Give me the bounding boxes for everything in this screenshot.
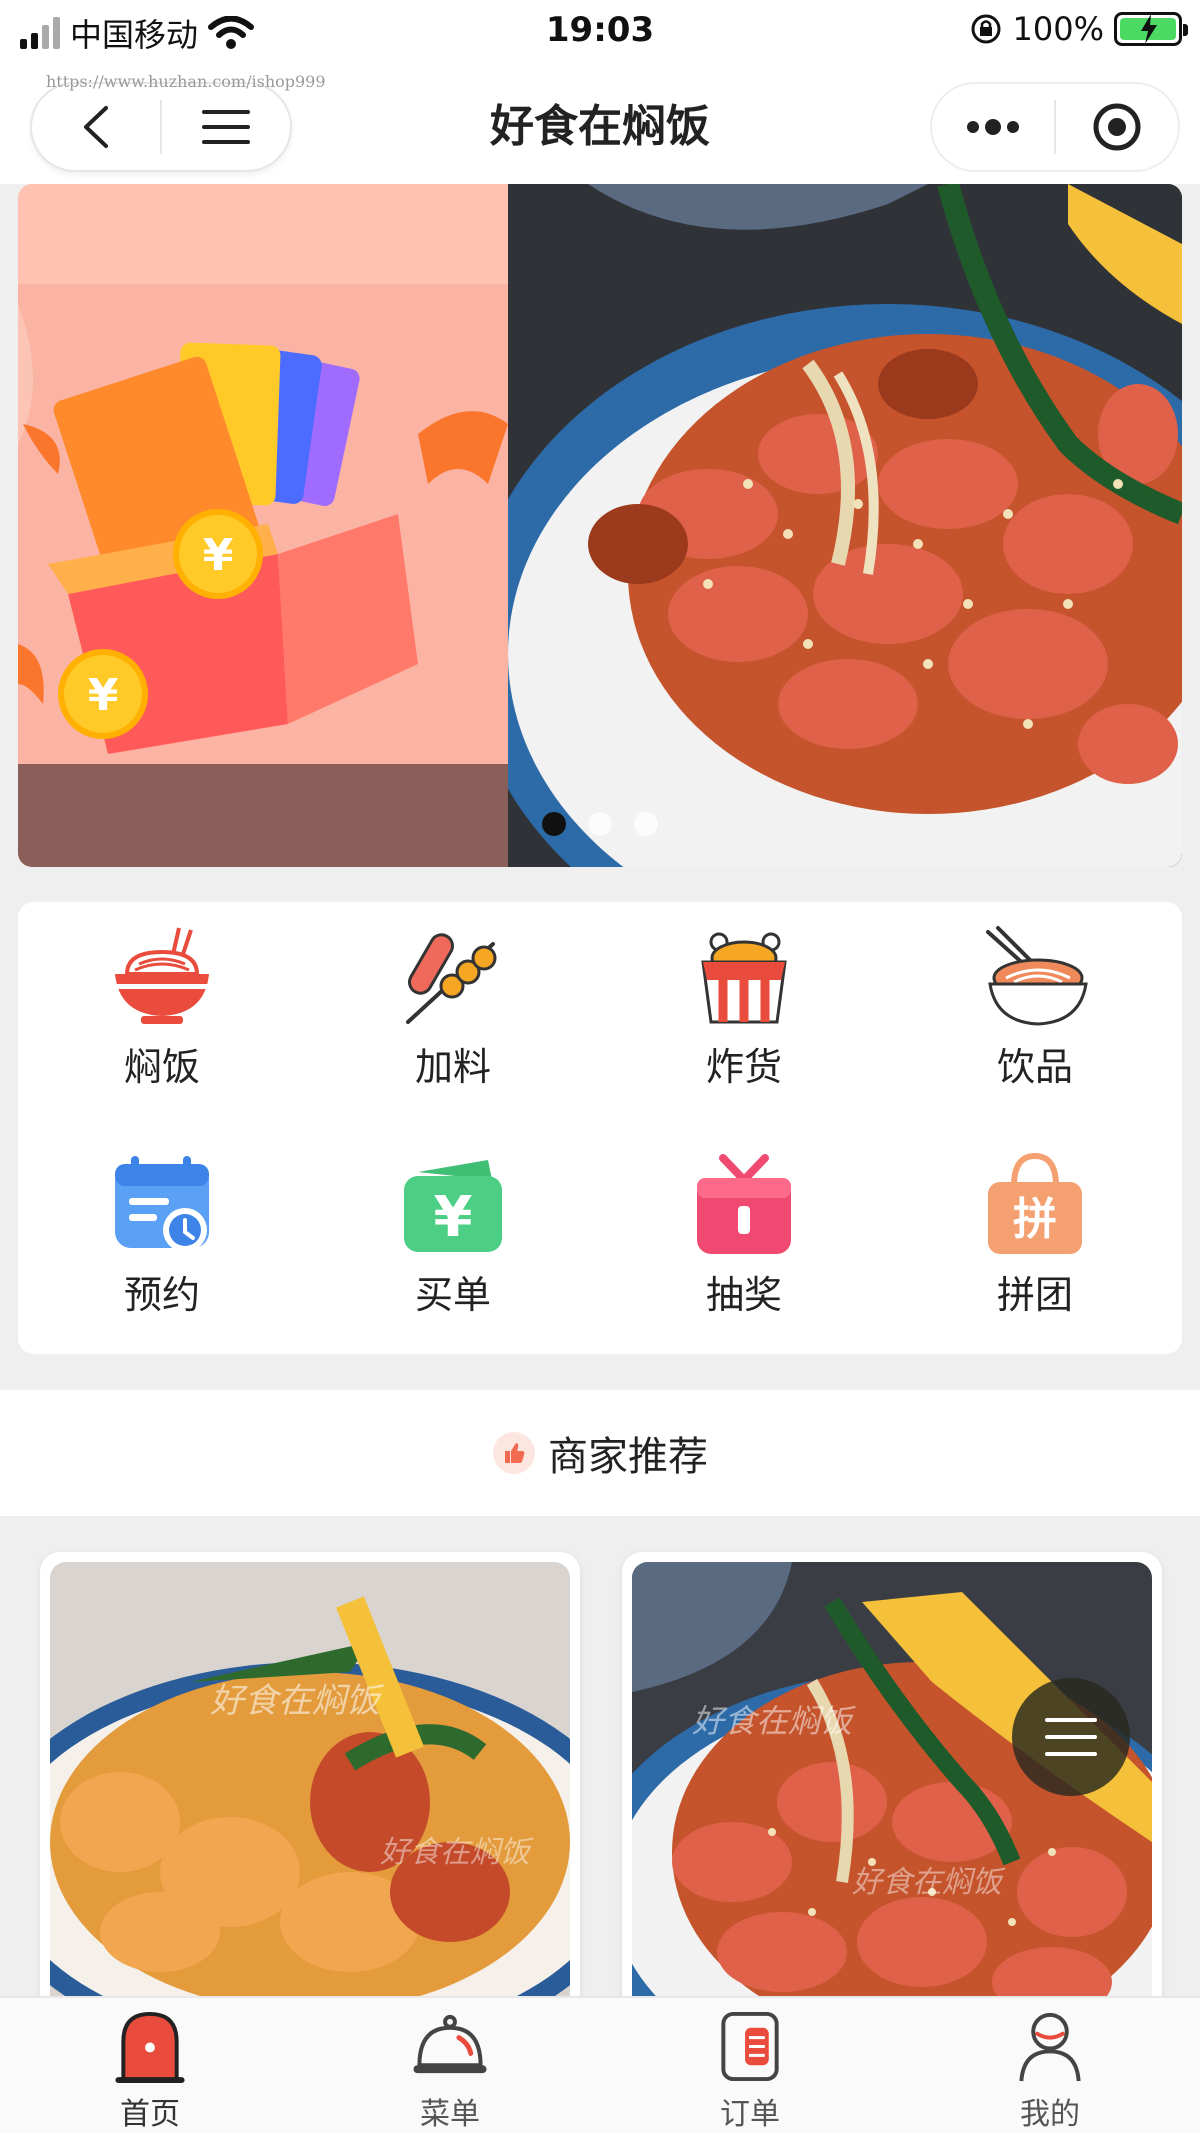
- tab-orders[interactable]: 订单: [600, 1998, 900, 2133]
- category-item-fried[interactable]: 炸货: [644, 922, 844, 1091]
- thumbs-up-icon: [493, 1432, 535, 1474]
- category-item-group-buy[interactable]: 拼 拼团: [935, 1150, 1135, 1319]
- svg-text:¥: ¥: [203, 530, 234, 581]
- tab-bar: 首页 菜单 订单 我的: [0, 1996, 1200, 2133]
- recommend-section-header: 商家推荐: [0, 1390, 1200, 1516]
- category-item-reserve[interactable]: 预约: [62, 1150, 262, 1319]
- url-watermark: https://www.huzhan.com/ishop999: [46, 72, 326, 91]
- tab-profile[interactable]: 我的: [900, 1998, 1200, 2133]
- order-list-icon: [721, 2011, 779, 2082]
- tab-label: 菜单: [420, 2097, 480, 2132]
- person-icon: [1019, 2012, 1081, 2082]
- status-bar: 中国移动 19:03 100%: [0, 0, 1200, 62]
- category-grid: 焖饭 加料 炸货 饮品 预约 ¥ 买单 抽奖 拼 拼团: [18, 902, 1182, 1354]
- skewer-icon: [406, 933, 497, 1024]
- category-item-lottery[interactable]: 抽奖: [644, 1150, 844, 1319]
- tab-home[interactable]: 首页: [0, 1998, 300, 2133]
- category-label: 拼团: [996, 1273, 1073, 1317]
- cloche-icon: [413, 2014, 487, 2074]
- category-item-braised-rice[interactable]: 焖饭: [62, 922, 262, 1091]
- battery-icon: [1114, 12, 1188, 46]
- tab-label: 我的: [1020, 2097, 1080, 2132]
- category-label: 抽奖: [705, 1273, 782, 1317]
- category-item-drinks[interactable]: 饮品: [935, 922, 1135, 1091]
- banner-coupon-slide[interactable]: ¥ ¥: [18, 184, 508, 867]
- category-label: 预约: [123, 1273, 200, 1317]
- svg-text:¥: ¥: [88, 670, 119, 721]
- nav-bar: https://www.huzhan.com/ishop999 好食在焖饭: [0, 62, 1200, 184]
- rotation-lock-icon: [971, 14, 1001, 44]
- category-item-toppings[interactable]: 加料: [353, 922, 553, 1091]
- tab-label: 订单: [720, 2097, 780, 2132]
- svg-text:¥: ¥: [434, 1185, 473, 1250]
- svg-text:拼: 拼: [1013, 1194, 1057, 1245]
- category-label: 焖饭: [123, 1045, 200, 1089]
- photo-watermark: 好食在焖饭: [210, 1681, 385, 1721]
- more-dots-icon: [967, 119, 1019, 135]
- gift-icon: [697, 1154, 791, 1254]
- photo-watermark: 好食在焖饭: [852, 1865, 1006, 1900]
- photo-watermark: 好食在焖饭: [380, 1835, 534, 1870]
- category-label: 炸货: [705, 1045, 782, 1089]
- rice-bowl-icon: [115, 927, 209, 1024]
- tab-label: 首页: [120, 2097, 180, 2132]
- product-image[interactable]: 好食在焖饭 好食在焖饭: [50, 1562, 570, 2012]
- category-label: 饮品: [996, 1045, 1073, 1089]
- noodle-bowl-icon: [986, 926, 1088, 1026]
- group-buy-bag-icon: 拼: [988, 1152, 1082, 1254]
- battery-percent: 100%: [1012, 10, 1104, 48]
- carousel-indicators: [542, 812, 658, 836]
- nav-capsule-right: [930, 82, 1180, 172]
- yuan-wallet-icon: ¥: [404, 1160, 502, 1252]
- close-miniapp-button[interactable]: [1056, 84, 1178, 170]
- carousel-dot[interactable]: [542, 812, 566, 836]
- tab-menu[interactable]: 菜单: [300, 1998, 600, 2133]
- red-envelope-illustration: ¥ ¥: [18, 304, 508, 754]
- status-right: 100%: [969, 10, 1188, 48]
- photo-watermark: 好食在焖饭: [692, 1702, 856, 1740]
- home-icon: [115, 2011, 185, 2084]
- fried-chicken-icon: [701, 932, 787, 1024]
- product-card[interactable]: 好食在焖饭 好食在焖饭: [40, 1552, 580, 2012]
- hamburger-icon: [1045, 1718, 1097, 1756]
- banner-food-slide[interactable]: [508, 184, 1182, 867]
- category-label: 加料: [414, 1045, 491, 1089]
- calendar-clock-icon: [115, 1156, 209, 1252]
- category-item-pay[interactable]: ¥ 买单: [353, 1150, 553, 1319]
- carousel-dot[interactable]: [634, 812, 658, 836]
- sausage-dish-photo: [508, 184, 1182, 867]
- target-icon: [1093, 103, 1141, 151]
- banner-carousel[interactable]: ¥ ¥: [18, 184, 1182, 867]
- floating-menu-button[interactable]: [1012, 1678, 1130, 1796]
- category-label: 买单: [414, 1273, 491, 1317]
- shrimp-rice-photo: 好食在焖饭 好食在焖饭: [50, 1562, 570, 2012]
- more-button[interactable]: [932, 84, 1054, 170]
- section-title: 商家推荐: [548, 1434, 708, 1480]
- carousel-dot[interactable]: [588, 812, 612, 836]
